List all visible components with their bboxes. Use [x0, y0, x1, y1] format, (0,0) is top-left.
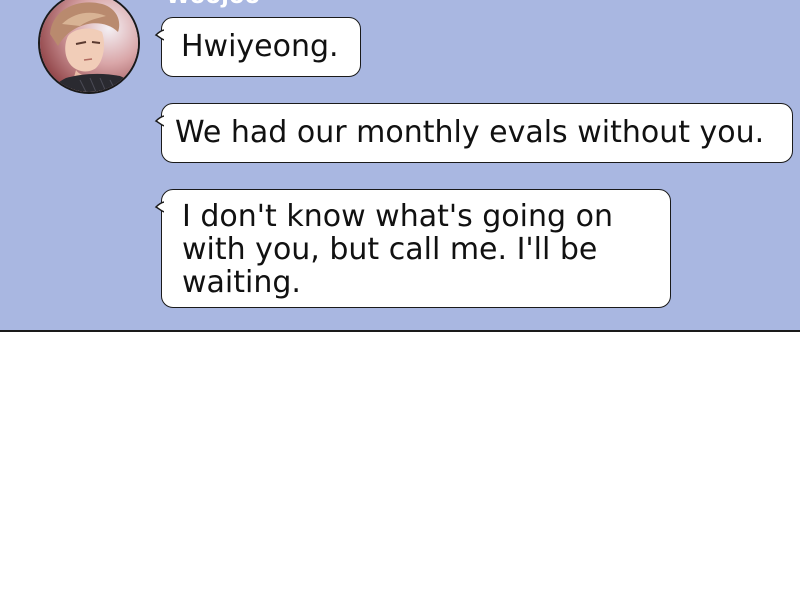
message-bubble-2[interactable]: We had our monthly evals without you. — [154, 103, 793, 163]
message-bubble-3[interactable]: I don't know what's going on with you, b… — [154, 189, 671, 308]
chat-panel: Woojoo — [0, 0, 800, 332]
sender-name: Woojoo — [166, 0, 260, 9]
message-text: I don't know what's going on with you, b… — [182, 199, 613, 300]
message-bubble-1[interactable]: Hwiyeong. — [154, 17, 361, 77]
avatar[interactable] — [38, 0, 140, 94]
bubble-tail-icon — [154, 115, 164, 127]
contact-avatar-portrait-icon — [40, 0, 138, 92]
blank-area — [0, 332, 800, 600]
message-text: Hwiyeong. — [181, 29, 339, 64]
bubble-tail-icon — [154, 29, 164, 41]
bubble-tail-icon — [154, 201, 164, 213]
message-text: We had our monthly evals without you. — [175, 115, 765, 150]
